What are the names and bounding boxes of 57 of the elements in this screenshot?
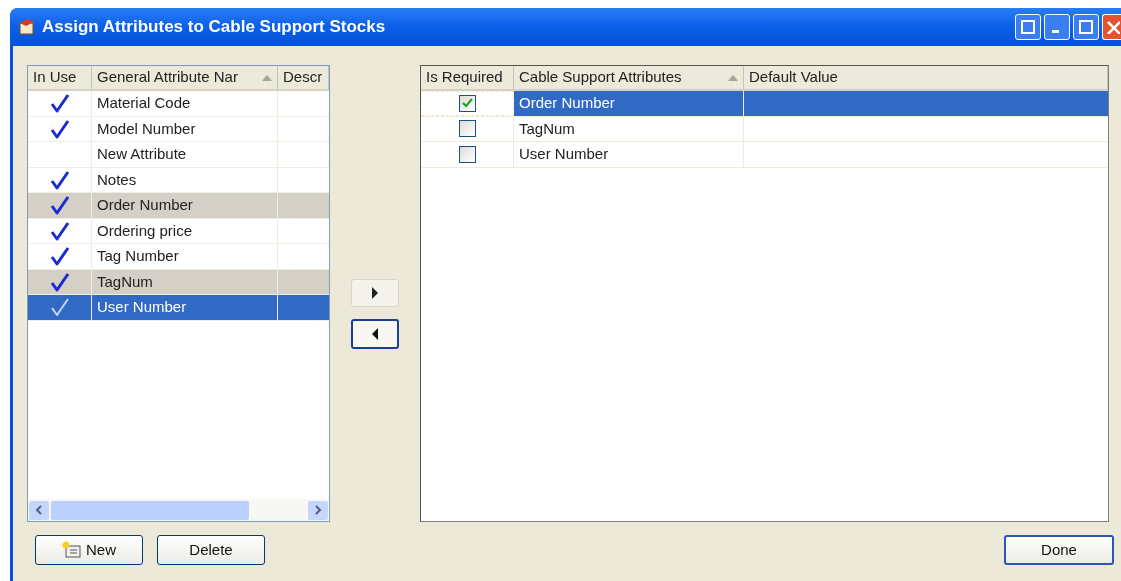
column-header[interactable]: In Use: [28, 66, 92, 89]
attribute-name: Order Number: [97, 195, 193, 215]
minimize-icon: [1052, 29, 1059, 33]
app-icon: [18, 18, 36, 36]
attribute-name: TagNum: [519, 118, 575, 139]
scroll-right-button[interactable]: [308, 500, 328, 520]
column-header[interactable]: General Attribute Nar: [92, 66, 278, 89]
close-icon: [1106, 20, 1120, 34]
attribute-name: Ordering price: [97, 220, 193, 241]
required-checkbox[interactable]: [458, 120, 476, 138]
attribute-row[interactable]: TagNum: [28, 269, 329, 295]
triangle-right-icon: [371, 286, 379, 299]
horizontal-scrollbar[interactable]: [28, 499, 329, 521]
attribute-row[interactable]: User Number: [28, 295, 329, 321]
attribute-row[interactable]: Material Code: [28, 91, 329, 117]
column-header[interactable]: Cable Support Attributes: [514, 66, 744, 89]
new-button[interactable]: New: [35, 535, 143, 565]
attribute-row[interactable]: Model Number: [28, 116, 329, 142]
attribute-name: TagNum: [97, 271, 153, 292]
delete-button[interactable]: Delete: [157, 535, 265, 565]
chevron-left-icon: [35, 505, 43, 515]
done-button[interactable]: Done: [1004, 535, 1114, 565]
attribute-row[interactable]: Order Number: [28, 193, 329, 219]
attribute-name: Notes: [97, 169, 137, 190]
column-header[interactable]: Descr: [278, 66, 329, 89]
attribute-row[interactable]: Notes: [28, 167, 329, 193]
attribute-name: Order Number: [519, 93, 615, 113]
attribute-name: Model Number: [97, 118, 196, 139]
attribute-name: User Number: [519, 144, 609, 164]
attribute-row[interactable]: Tag Number: [28, 244, 329, 270]
column-header[interactable]: Is Required: [421, 66, 514, 89]
scroll-left-button[interactable]: [29, 500, 49, 520]
sort-arrow-icon: [262, 74, 272, 81]
add-button[interactable]: [351, 278, 399, 307]
maximize-button[interactable]: [1073, 14, 1099, 40]
attribute-name: Tag Number: [97, 246, 179, 266]
required-checkbox[interactable]: [458, 145, 476, 163]
maximize-icon: [1079, 20, 1093, 34]
new-item-icon: [62, 541, 82, 559]
remove-button[interactable]: [351, 318, 399, 349]
sort-arrow-icon: [728, 74, 738, 81]
restore-icon: [1021, 20, 1035, 34]
triangle-left-icon: [371, 327, 379, 340]
checkmark-icon: [462, 98, 473, 109]
attribute-row[interactable]: New Attribute: [28, 142, 329, 168]
attribute-name: User Number: [97, 297, 187, 317]
column-header[interactable]: Default Value: [744, 66, 1108, 89]
close-button[interactable]: [1102, 14, 1121, 40]
chevron-right-icon: [314, 505, 322, 515]
restore-button[interactable]: [1015, 14, 1041, 40]
attribute-name: Material Code: [97, 93, 191, 113]
window-title: Assign Attributes to Cable Support Stocks: [42, 16, 387, 39]
attribute-row[interactable]: Ordering price: [28, 218, 329, 244]
scroll-thumb[interactable]: [51, 500, 249, 520]
minimize-button[interactable]: [1044, 14, 1070, 40]
required-checkbox[interactable]: [459, 94, 476, 112]
attribute-name: New Attribute: [97, 144, 187, 164]
